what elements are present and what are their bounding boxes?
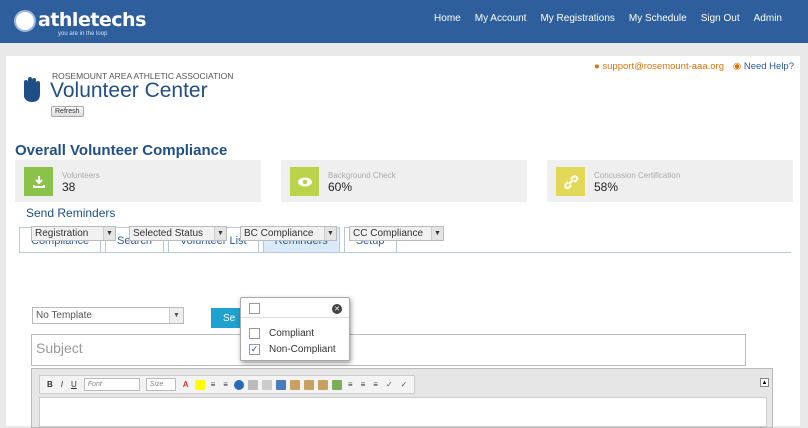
- tab-divider: [19, 252, 791, 253]
- need-help-label: Need Help?: [743, 61, 794, 72]
- rich-text-editor: B I U Font Size A ≡ ≡ ≡ ≡ ≡ ✓ ✓ ▲: [31, 368, 773, 428]
- page-title: Volunteer Center: [50, 79, 208, 102]
- card-label: Volunteers: [62, 171, 100, 180]
- font-label: Font: [87, 381, 102, 388]
- italic-button[interactable]: I: [61, 380, 63, 389]
- card-label: Background Check: [328, 171, 396, 180]
- bulleted-list-icon[interactable]: ≡: [223, 380, 228, 389]
- volunteers-card: Volunteers 38: [15, 160, 261, 202]
- chevron-down-icon: ▼: [431, 227, 443, 240]
- bold-button[interactable]: B: [47, 380, 53, 389]
- download-icon: [24, 167, 53, 196]
- concussion-card: Concussion Certification 58%: [547, 160, 793, 202]
- align-center-icon[interactable]: ≡: [361, 380, 366, 389]
- cut-icon[interactable]: [261, 379, 272, 390]
- nav-admin[interactable]: Admin: [754, 13, 782, 24]
- support-email: support@rosemount-aaa.org: [602, 61, 724, 72]
- underline-button[interactable]: U: [71, 380, 77, 389]
- logo-tagline: you are in the loop: [58, 31, 108, 37]
- compliance-title: Overall Volunteer Compliance: [15, 142, 228, 159]
- logo-mark-icon: [14, 10, 36, 32]
- highlight-color-icon[interactable]: [194, 379, 205, 390]
- copy-icon[interactable]: [275, 379, 286, 390]
- filter-label: Selected Status: [133, 228, 204, 239]
- registration-filter[interactable]: Registration ▼: [31, 226, 116, 241]
- template-select[interactable]: No Template ▼: [32, 307, 184, 324]
- chevron-down-icon: ▼: [324, 227, 336, 240]
- spellcheck-dropdown-icon[interactable]: ✓: [401, 380, 408, 389]
- cc-compliance-filter[interactable]: CC Compliance ▼: [349, 226, 444, 241]
- main-nav: Home My Account My Registrations My Sche…: [420, 13, 782, 24]
- subject-input[interactable]: Subject: [31, 334, 746, 366]
- non-compliant-checkbox[interactable]: ✓: [249, 344, 260, 355]
- nav-my-account[interactable]: My Account: [475, 13, 527, 24]
- editor-body[interactable]: [39, 397, 767, 427]
- spellcheck-icon[interactable]: ✓: [386, 380, 393, 389]
- nav-my-schedule[interactable]: My Schedule: [629, 13, 687, 24]
- align-right-icon[interactable]: ≡: [373, 380, 378, 389]
- chevron-down-icon: ▼: [103, 227, 115, 240]
- refresh-button[interactable]: Refresh: [51, 106, 84, 117]
- filter-label: BC Compliance: [244, 228, 314, 239]
- user-icon: ●: [594, 61, 600, 72]
- font-select[interactable]: Font: [83, 378, 140, 391]
- bc-compliance-filter[interactable]: BC Compliance ▼: [240, 226, 337, 241]
- image-icon[interactable]: [331, 379, 342, 390]
- size-select[interactable]: Size: [145, 378, 176, 391]
- background-check-card: Background Check 60%: [281, 160, 527, 202]
- align-left-icon[interactable]: ≡: [348, 380, 353, 389]
- link-globe-icon[interactable]: [233, 379, 244, 390]
- filter-label: Registration: [35, 228, 89, 239]
- nav-home[interactable]: Home: [434, 13, 461, 24]
- text-color-icon[interactable]: A: [183, 380, 189, 389]
- link-icon: [556, 167, 585, 196]
- bc-compliance-dropdown: ✕ Compliant ✓ Non-Compliant: [240, 297, 350, 361]
- chevron-down-icon: ▼: [169, 308, 183, 323]
- nav-sign-out[interactable]: Sign Out: [701, 13, 740, 24]
- option-non-compliant[interactable]: Non-Compliant: [269, 344, 336, 355]
- logo-text: athletechs: [38, 9, 146, 31]
- unlink-icon[interactable]: [247, 379, 258, 390]
- eye-icon: [290, 167, 319, 196]
- chevron-down-icon: ▼: [214, 227, 226, 240]
- numbered-list-icon[interactable]: ≡: [211, 380, 216, 389]
- close-icon[interactable]: ✕: [332, 304, 342, 314]
- support-link[interactable]: ● support@rosemount-aaa.org: [594, 61, 724, 72]
- selected-status-filter[interactable]: Selected Status ▼: [129, 226, 227, 241]
- editor-toolbar: B I U Font Size A ≡ ≡ ≡ ≡ ≡ ✓ ✓: [39, 375, 416, 394]
- size-label: Size: [149, 381, 164, 388]
- card-label: Concussion Certification: [594, 171, 681, 180]
- paste-word-icon[interactable]: [317, 379, 328, 390]
- need-help-link[interactable]: ◉ Need Help?: [733, 61, 794, 72]
- template-value: No Template: [36, 310, 92, 321]
- card-value: 38: [62, 180, 76, 194]
- nav-my-registrations[interactable]: My Registrations: [540, 13, 614, 24]
- paste-text-icon[interactable]: [303, 379, 314, 390]
- help-icon: ◉: [732, 61, 742, 72]
- logo[interactable]: athletechs you are in the loop: [14, 8, 146, 38]
- top-navbar: athletechs you are in the loop Home My A…: [0, 0, 808, 43]
- option-compliant[interactable]: Compliant: [269, 328, 314, 339]
- hand-icon: [24, 77, 40, 102]
- send-reminders-title: Send Reminders: [26, 206, 116, 220]
- compliant-checkbox[interactable]: [249, 328, 260, 339]
- card-value: 58%: [594, 180, 619, 194]
- select-all-checkbox[interactable]: [249, 303, 260, 314]
- card-value: 60%: [328, 180, 353, 194]
- collapse-toolbar-icon[interactable]: ▲: [760, 378, 769, 387]
- paste-icon[interactable]: [289, 379, 300, 390]
- filter-label: CC Compliance: [353, 228, 424, 239]
- dropdown-header: ✕: [241, 298, 349, 318]
